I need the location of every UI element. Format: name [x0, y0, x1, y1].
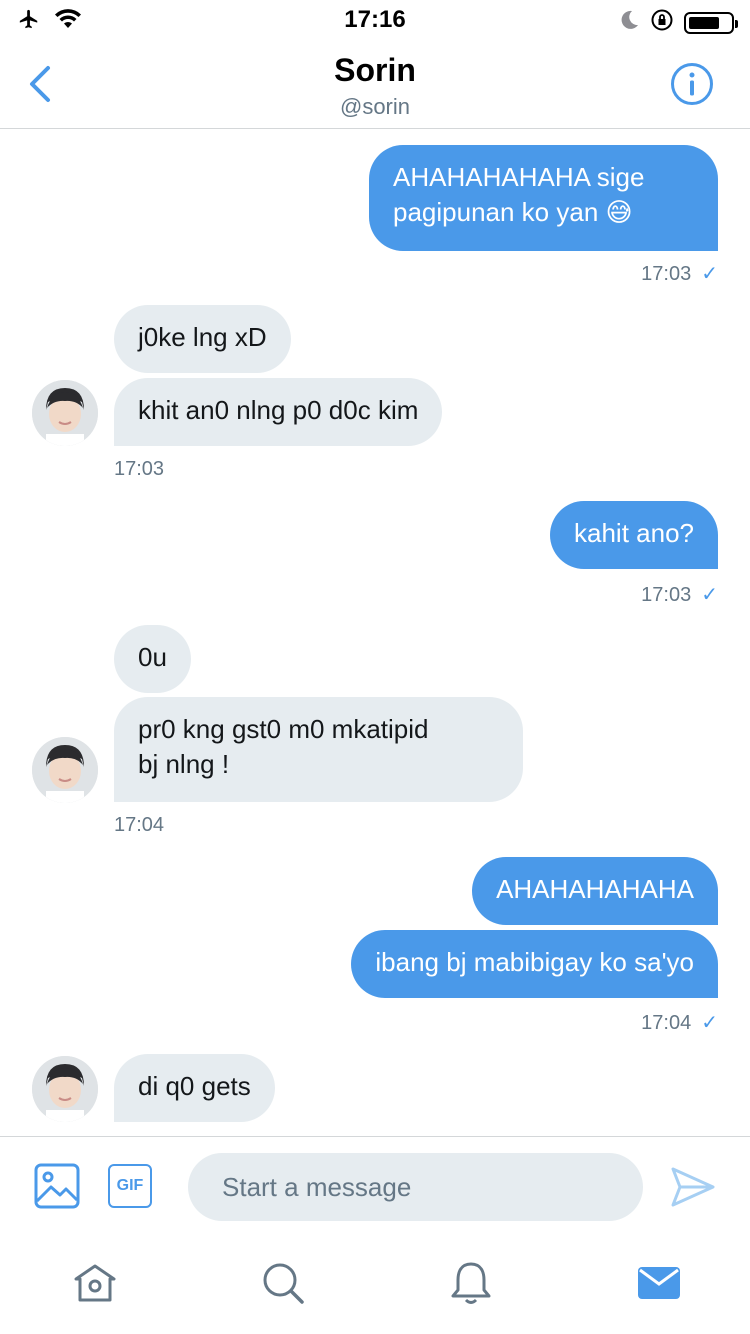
send-button[interactable] [670, 1165, 716, 1209]
status-right [618, 8, 738, 37]
bell-icon [451, 1262, 491, 1304]
rotation-lock-icon [650, 8, 674, 37]
message-text: kahit ano? [574, 518, 694, 548]
send-icon [671, 1167, 715, 1207]
message-text: pagipunan ko yan 😅 [393, 197, 633, 227]
message-bubble-incoming[interactable]: pr0 kng gst0 m0 mkatipid bj nlng ! [114, 697, 523, 802]
status-bar: 17:16 [0, 0, 750, 40]
message-text: ibang bj mabibigay ko sa'yo [375, 947, 694, 977]
moon-icon [618, 9, 640, 36]
contact-name[interactable]: Sorin [0, 52, 750, 89]
message-bubble-outgoing[interactable]: kahit ano? [550, 501, 718, 569]
sweat-smile-emoji: 😅 [605, 197, 633, 227]
message-timestamp: 17:03 [114, 458, 165, 480]
message-input[interactable]: Start a message [188, 1153, 643, 1221]
home-icon [74, 1264, 116, 1302]
message-bubble-incoming[interactable]: khit an0 nlng p0 d0c kim [114, 378, 443, 446]
tab-home[interactable] [70, 1258, 120, 1308]
message-text: AHAHAHAHAHA sige [393, 162, 645, 192]
message-bubble-incoming[interactable]: di q0 gets [114, 1054, 275, 1122]
message-bubble-outgoing[interactable]: AHAHAHAHAHA [472, 857, 718, 925]
message-timestamp: 17:04 ✓ [641, 1012, 718, 1034]
message-timestamp: 17:03 ✓ [641, 263, 718, 285]
avatar[interactable] [32, 380, 98, 446]
message-timestamp: 17:03 ✓ [641, 584, 718, 606]
message-bubble-incoming[interactable]: j0ke lng xD [114, 305, 291, 373]
message-text: bj nlng ! [138, 749, 230, 779]
message-bubble-outgoing[interactable]: AHAHAHAHAHA sige pagipunan ko yan 😅 [369, 145, 718, 251]
message-bubble-incoming[interactable]: 0u [114, 625, 191, 693]
info-button[interactable] [670, 62, 714, 106]
read-check-icon: ✓ [701, 263, 718, 285]
avatar[interactable] [32, 1056, 98, 1122]
message-timestamp: 17:04 [114, 814, 165, 836]
mail-icon [638, 1267, 680, 1299]
read-check-icon: ✓ [701, 584, 718, 606]
message-text: j0ke lng xD [138, 322, 267, 352]
gif-button[interactable]: GIF [108, 1164, 152, 1208]
message-composer: GIF Start a message [0, 1136, 750, 1237]
read-check-icon: ✓ [701, 1012, 718, 1034]
tab-notifications[interactable] [446, 1258, 496, 1308]
message-text: AHAHAHAHAHA [496, 874, 694, 904]
tab-messages[interactable] [634, 1258, 684, 1308]
search-icon [263, 1263, 304, 1304]
message-text: khit an0 nlng p0 d0c kim [138, 395, 419, 425]
avatar[interactable] [32, 737, 98, 803]
add-image-button[interactable] [34, 1163, 80, 1209]
message-text: 0u [138, 642, 167, 672]
message-text: pr0 kng gst0 m0 mkatipid [138, 714, 429, 744]
message-bubble-outgoing[interactable]: ibang bj mabibigay ko sa'yo [351, 930, 718, 998]
tab-search[interactable] [258, 1258, 308, 1308]
battery-icon [684, 11, 738, 34]
conversation-header: Sorin @sorin [0, 40, 750, 129]
image-icon [34, 1163, 80, 1209]
message-list[interactable]: AHAHAHAHAHA sige pagipunan ko yan 😅 17:0… [0, 129, 750, 1136]
message-text: di q0 gets [138, 1071, 251, 1101]
contact-handle: @sorin [339, 94, 411, 119]
bottom-tab-bar [0, 1236, 750, 1334]
info-icon [671, 63, 713, 105]
